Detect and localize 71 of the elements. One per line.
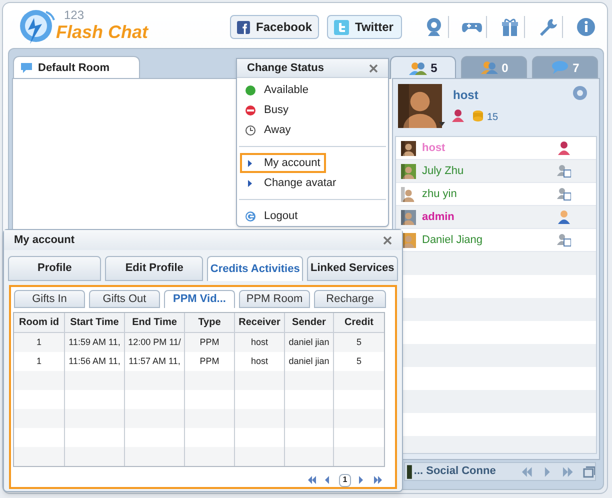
column-header: Credit	[344, 316, 374, 330]
user-name: admin	[422, 210, 456, 225]
close-icon	[369, 64, 378, 72]
people-icon	[480, 60, 498, 75]
coins-icon	[472, 110, 484, 122]
clock-icon	[245, 124, 256, 136]
menu-item[interactable]: Available	[240, 80, 326, 100]
user-name: Daniel Jiang	[422, 232, 484, 248]
user-icon	[557, 210, 571, 224]
gift-icon	[500, 17, 520, 37]
room-tab[interactable]: Default Room	[13, 56, 140, 79]
table-cell-text: 5	[355, 336, 362, 349]
people-icon	[408, 60, 427, 76]
first-page-icon	[520, 466, 533, 478]
user-device-icon	[557, 233, 571, 247]
credit-count: 15	[487, 111, 498, 125]
sub-tab[interactable]: Gifts In	[14, 290, 85, 308]
user-name: host	[453, 87, 478, 104]
user-name: zhu yin	[422, 186, 458, 202]
dropdown-icon	[439, 122, 445, 126]
indicator-icon	[407, 464, 412, 478]
menu-item[interactable]: Away	[240, 120, 326, 140]
restore-icon	[583, 466, 596, 478]
sub-tab[interactable]: PPM Room	[239, 290, 310, 308]
minus-circle-icon	[245, 104, 256, 116]
facebook-button[interactable]: Facebook	[230, 15, 319, 39]
speech-bubble-icon	[20, 62, 33, 74]
column-header: Type	[185, 313, 235, 332]
column-header: Receiver	[235, 313, 285, 332]
dialog-title: My account	[14, 232, 75, 248]
menu-item[interactable]: Busy	[240, 100, 326, 120]
logo-number: 123	[64, 9, 84, 21]
first-page-button[interactable]	[307, 475, 317, 485]
close-icon	[383, 236, 392, 244]
tab-label: ... Social Conne	[414, 464, 497, 480]
column-header: Start Time	[65, 313, 125, 332]
sub-tab[interactable]: Recharge	[314, 290, 386, 308]
logo-text: Flash Chat	[56, 23, 148, 41]
column-header: End Time	[125, 313, 185, 332]
info-icon	[576, 17, 596, 37]
person-icon	[452, 109, 464, 122]
last-page-icon	[373, 475, 383, 485]
female-user-icon	[557, 141, 571, 155]
column-header: Room id	[14, 313, 65, 332]
logout-icon	[245, 210, 256, 222]
dialog-tab[interactable]: Credits Activities	[207, 256, 303, 281]
user-device-icon	[557, 164, 571, 178]
dialog-tab[interactable]: Linked Services	[306, 256, 398, 281]
dialog-tab[interactable]: Profile	[8, 256, 102, 281]
sub-tab[interactable]: Gifts Out	[89, 290, 160, 308]
user-name: host	[422, 140, 446, 156]
page-number[interactable]: 1	[339, 474, 351, 486]
user-name: July Zhu	[422, 164, 465, 179]
column-header: Sender	[285, 313, 334, 332]
sub-tab[interactable]: PPM Vid...	[164, 290, 235, 308]
webcam-icon	[424, 17, 444, 37]
last-page-button[interactable]	[373, 475, 383, 485]
menu-title: Change Status	[247, 60, 324, 76]
status-dot-icon	[245, 84, 256, 96]
user-device-icon	[557, 187, 571, 201]
twitter-button[interactable]: Twitter	[327, 15, 402, 39]
menu-item[interactable]: Logout	[240, 206, 326, 226]
menu-item[interactable]: Change avatar	[240, 173, 342, 193]
facebook-icon	[237, 20, 250, 34]
dialog-tab[interactable]: Edit Profile	[105, 256, 204, 281]
user-list-tab[interactable]: 5	[390, 56, 456, 79]
first-page-icon	[307, 475, 317, 485]
speech-bubble-icon	[550, 60, 569, 75]
table-cell-text: 5	[355, 354, 362, 368]
menu-item[interactable]: My account	[240, 153, 326, 173]
last-page-icon	[562, 466, 574, 478]
